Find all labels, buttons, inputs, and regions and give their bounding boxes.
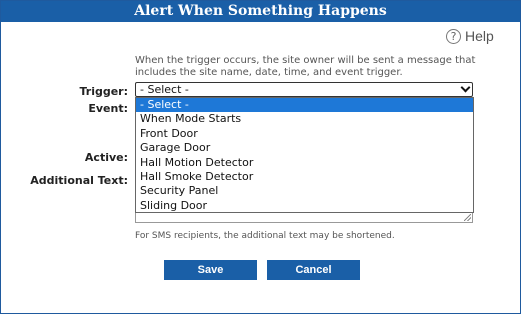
help-link[interactable]: ? Help: [446, 27, 494, 45]
sms-note: For SMS recipients, the additional text …: [135, 231, 395, 241]
active-label: Active:: [84, 151, 128, 164]
chevron-down-icon: [460, 82, 471, 93]
trigger-option[interactable]: - Select -: [136, 98, 473, 113]
trigger-option[interactable]: Sliding Door: [136, 199, 473, 213]
alert-dialog: Alert When Something Happens ? Help When…: [0, 0, 521, 314]
trigger-option[interactable]: Hall Motion Detector: [136, 156, 473, 170]
trigger-option[interactable]: Hall Smoke Detector: [136, 170, 473, 184]
trigger-option[interactable]: Garage Door: [136, 141, 473, 155]
resize-grip-icon[interactable]: [464, 214, 471, 221]
event-label: Event:: [88, 102, 128, 115]
trigger-dropdown-list: - Select - When Mode Starts Front Door G…: [135, 97, 474, 213]
trigger-description: When the trigger occurs, the site owner …: [135, 55, 476, 78]
trigger-label: Trigger:: [79, 85, 128, 98]
dialog-title: Alert When Something Happens: [1, 1, 520, 22]
trigger-option[interactable]: When Mode Starts: [136, 112, 473, 126]
trigger-option[interactable]: Security Panel: [136, 184, 473, 198]
help-icon: ?: [446, 28, 461, 44]
trigger-select[interactable]: - Select -: [135, 82, 473, 97]
cancel-button[interactable]: Cancel: [267, 260, 360, 280]
trigger-option[interactable]: Front Door: [136, 127, 473, 141]
help-label: Help: [465, 28, 494, 44]
save-button[interactable]: Save: [164, 260, 257, 280]
trigger-select-value: - Select -: [140, 83, 189, 96]
additional-text-label: Additional Text:: [30, 174, 128, 187]
